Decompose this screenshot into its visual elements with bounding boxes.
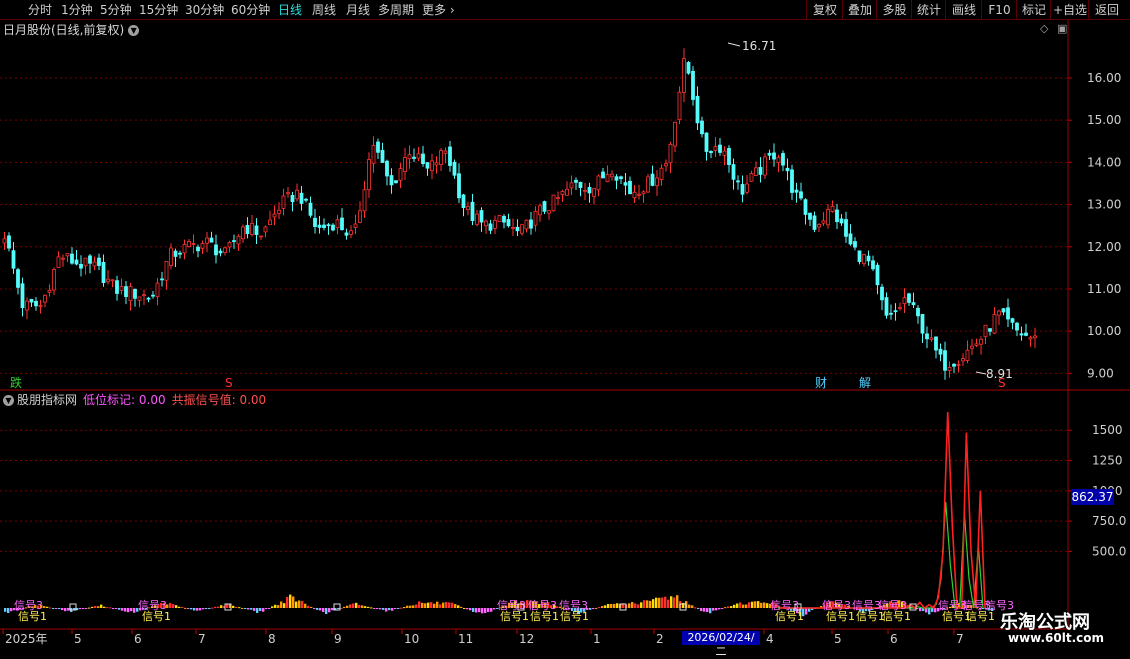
period-tab-1min[interactable]: 1分钟 [61,1,93,19]
period-tab-5min[interactable]: 5分钟 [100,1,132,19]
period-toolbar: 分时 1分钟 5分钟 15分钟 30分钟 60分钟 日线 周线 月线 多周期 更… [0,0,1130,20]
watermark-url: www.60lt.com [1008,631,1105,645]
indicator-tick-label: 1500 [1092,423,1123,437]
date-tick-label: 11 [458,632,473,646]
period-tab-more[interactable]: 更多 › [422,1,455,19]
stock-title: 日月股份(日线,前复权) [3,23,125,37]
date-tick-label: 10 [404,632,419,646]
window-icon[interactable]: ▣ [1057,22,1067,35]
date-tick-label: 12 [519,632,534,646]
price-tick-label: 14.00 [1087,155,1121,169]
marker-sell-2: S [998,376,1006,390]
mark-button[interactable]: 标记 [1016,0,1051,20]
period-tab-intraday[interactable]: 分时 [28,1,52,19]
period-tab-monthly[interactable]: 月线 [346,1,370,19]
diamond-icon[interactable]: ◇ [1040,22,1048,35]
overlay-button[interactable]: 叠加 [842,0,877,20]
multi-stock-button[interactable]: 多股 [876,0,912,20]
indicator-tick-label: 1250 [1092,454,1123,468]
chevron-down-icon[interactable]: ▼ [128,25,140,36]
date-tick-label: 8 [268,632,276,646]
axes-overlay: 16.00 15.00 14.00 13.00 12.00 11.00 10.00 9.00 1… [0,20,1130,646]
period-tab-60min[interactable]: 60分钟 [231,1,270,19]
price-tick-label: 12.00 [1087,240,1121,254]
period-tab-daily[interactable]: 日线 [278,1,302,19]
date-tick-label: 7 [198,632,206,646]
f10-button[interactable]: F10 [981,0,1017,20]
price-tick-label: 15.00 [1087,113,1121,127]
chevron-right-icon: › [449,3,455,17]
marker-unlock: 解 [859,376,872,390]
low-mark-label: 低位标记: 0.00 [83,393,166,407]
indicator-name[interactable]: 股朋指标网 [17,393,77,407]
add-watchlist-button[interactable]: +自选 [1050,0,1089,20]
date-cursor-label: 2026/02/24/二 [682,631,760,658]
chart-title[interactable]: 日月股份(日线,前复权) ▼ [3,21,140,39]
indicator-legend: ▼ 股朋指标网 低位标记: 0.00 共振信号值: 0.00 [3,392,266,408]
date-tick-label: 4 [766,632,774,646]
marker-drop: 跌 [10,376,23,390]
indicator-tick-label: 750.0 [1092,514,1126,528]
date-tick-label: 7 [956,632,964,646]
back-button[interactable]: 返回 [1088,0,1125,20]
more-label: 更多 [422,3,447,17]
date-tick-label: 2025年 [5,632,48,646]
price-tick-label: 9.00 [1087,366,1114,380]
date-tick-label: 6 [890,632,898,646]
date-tick-label: 2 [656,632,664,646]
resonance-label: 共振信号值: 0.00 [171,393,267,407]
price-tick-label: 13.00 [1087,198,1121,212]
period-tab-15min[interactable]: 15分钟 [139,1,178,19]
price-tick-label: 11.00 [1087,282,1121,296]
period-tab-weekly[interactable]: 周线 [312,1,336,19]
price-tick-label: 16.00 [1087,71,1121,85]
date-tick-label: 5 [74,632,82,646]
statistics-button[interactable]: 统计 [911,0,946,20]
date-tick-label: 5 [834,632,842,646]
draw-line-button[interactable]: 画线 [945,0,982,20]
indicator-value-box: 862.37 [1071,489,1114,505]
price-tick-label: 10.00 [1087,324,1121,338]
marker-finance: 财 [815,376,828,390]
date-tick-label: 9 [334,632,342,646]
date-tick-label: 6 [134,632,142,646]
date-tick-label: 1 [593,632,601,646]
period-tab-multi[interactable]: 多周期 [378,1,414,19]
period-tab-30min[interactable]: 30分钟 [185,1,224,19]
indicator-tick-label: 500.0 [1092,544,1126,558]
marker-sell-1: S [225,376,233,390]
chevron-down-icon[interactable]: ▼ [3,395,14,406]
adjust-button[interactable]: 复权 [806,0,843,20]
